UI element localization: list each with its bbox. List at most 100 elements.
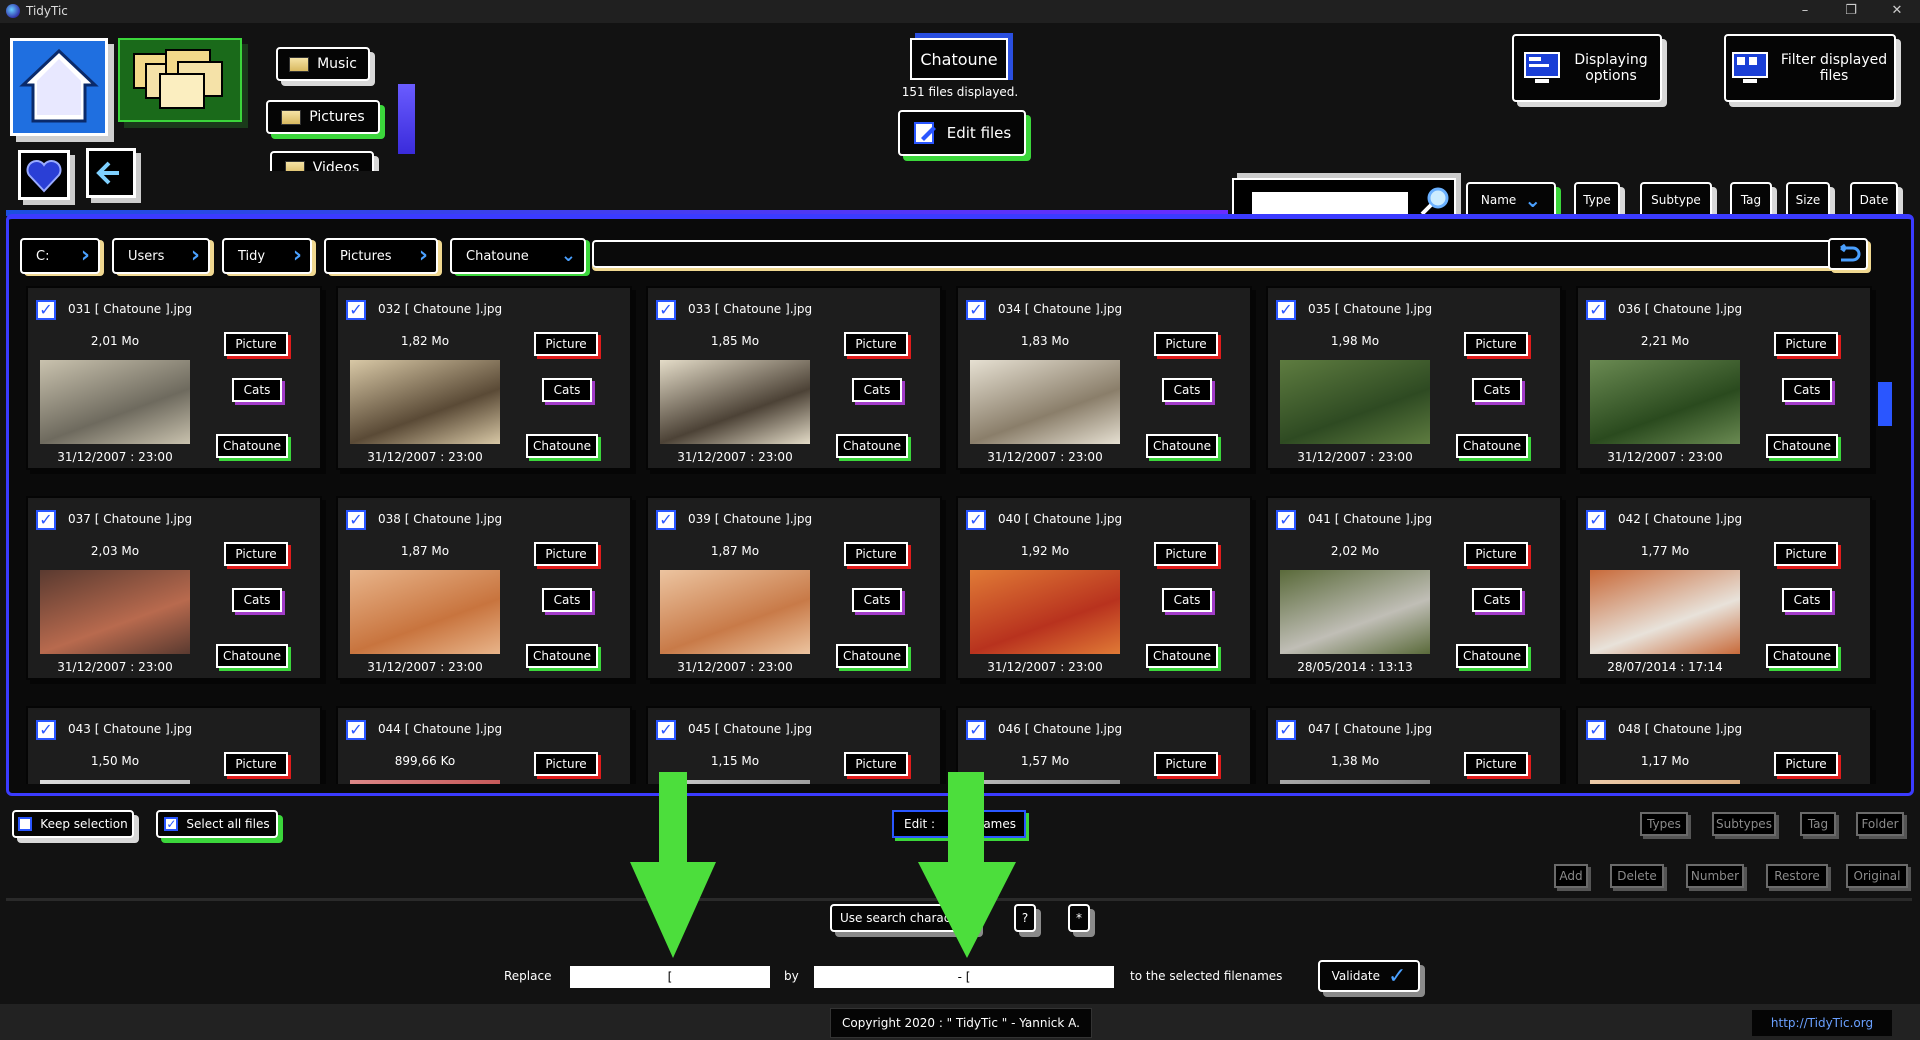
sort-type-button[interactable]: Type: [1574, 182, 1620, 218]
file-thumbnail[interactable]: [1590, 780, 1740, 784]
file-card[interactable]: ✓ 047 [ Chatoune ].jpg 1,38 Mo Picture: [1266, 706, 1562, 784]
folder-tag[interactable]: Chatoune: [1456, 434, 1528, 458]
sort-name-button[interactable]: Name ⌄: [1466, 182, 1556, 218]
select-checkbox[interactable]: ✓: [36, 510, 56, 530]
back-button[interactable]: [86, 148, 136, 198]
type-tag[interactable]: Picture: [1464, 752, 1528, 776]
file-thumbnail[interactable]: [1280, 570, 1430, 654]
types-button[interactable]: Types: [1640, 812, 1688, 836]
file-card[interactable]: ✓ 037 [ Chatoune ].jpg 2,03 Mo 31/12/200…: [26, 496, 322, 680]
keep-selection-button[interactable]: Keep selection: [12, 810, 134, 838]
grid-scrollbar-thumb[interactable]: [1878, 382, 1892, 426]
sort-tag-button[interactable]: Tag: [1730, 182, 1772, 218]
file-thumbnail[interactable]: [970, 570, 1120, 654]
select-checkbox[interactable]: ✓: [346, 300, 366, 320]
select-checkbox[interactable]: ✓: [36, 300, 56, 320]
type-tag[interactable]: Picture: [844, 332, 908, 356]
select-checkbox[interactable]: ✓: [1276, 300, 1296, 320]
home-button[interactable]: [10, 38, 108, 136]
select-checkbox[interactable]: ✓: [966, 300, 986, 320]
folder-tag[interactable]: Chatoune: [1456, 644, 1528, 668]
select-checkbox[interactable]: ✓: [656, 300, 676, 320]
close-icon[interactable]: ✕: [1874, 0, 1920, 23]
select-checkbox[interactable]: ✓: [656, 720, 676, 740]
type-tag[interactable]: Picture: [1464, 332, 1528, 356]
folder-tag[interactable]: Chatoune: [836, 644, 908, 668]
videos-button[interactable]: Videos: [270, 151, 374, 171]
type-tag[interactable]: Picture: [1154, 752, 1218, 776]
subtype-tag[interactable]: Cats: [232, 588, 282, 612]
file-thumbnail[interactable]: [660, 570, 810, 654]
type-tag[interactable]: Picture: [224, 332, 288, 356]
subtypes-button[interactable]: Subtypes: [1712, 812, 1776, 836]
add-button[interactable]: Add: [1554, 864, 1588, 888]
select-all-button[interactable]: ✓ Select all files: [156, 810, 278, 838]
restore-icon[interactable]: ❐: [1828, 0, 1874, 23]
type-tag[interactable]: Picture: [1154, 542, 1218, 566]
sort-size-button[interactable]: Size: [1786, 182, 1830, 218]
delete-button[interactable]: Delete: [1610, 864, 1664, 888]
select-checkbox[interactable]: ✓: [346, 720, 366, 740]
file-card[interactable]: ✓ 040 [ Chatoune ].jpg 1,92 Mo 31/12/200…: [956, 496, 1252, 680]
subtype-tag[interactable]: Cats: [1162, 378, 1212, 402]
breadcrumb-tidy[interactable]: Tidy ›: [222, 238, 312, 274]
select-checkbox[interactable]: ✓: [656, 510, 676, 530]
type-tag[interactable]: Picture: [534, 752, 598, 776]
folder-button[interactable]: Folder: [1856, 812, 1904, 836]
type-tag[interactable]: Picture: [844, 542, 908, 566]
folder-tag[interactable]: Chatoune: [216, 434, 288, 458]
subtype-tag[interactable]: Cats: [1782, 378, 1832, 402]
file-card[interactable]: ✓ 042 [ Chatoune ].jpg 1,77 Mo 28/07/201…: [1576, 496, 1872, 680]
type-tag[interactable]: Picture: [1774, 332, 1838, 356]
help-button[interactable]: ?: [1014, 904, 1036, 932]
subtype-tag[interactable]: Cats: [542, 588, 592, 612]
file-thumbnail[interactable]: [1590, 360, 1740, 444]
file-card[interactable]: ✓ 039 [ Chatoune ].jpg 1,87 Mo 31/12/200…: [646, 496, 942, 680]
subtype-tag[interactable]: Cats: [852, 588, 902, 612]
type-tag[interactable]: Picture: [844, 752, 908, 776]
file-card[interactable]: ✓ 048 [ Chatoune ].jpg 1,17 Mo Picture: [1576, 706, 1872, 784]
file-thumbnail[interactable]: [1280, 780, 1430, 784]
file-card[interactable]: ✓ 043 [ Chatoune ].jpg 1,50 Mo Picture: [26, 706, 322, 784]
file-thumbnail[interactable]: [350, 360, 500, 444]
breadcrumb-chatoune[interactable]: Chatoune ⌄: [450, 238, 586, 274]
folder-tag[interactable]: Chatoune: [1146, 644, 1218, 668]
subtype-tag[interactable]: Cats: [1782, 588, 1832, 612]
validate-button[interactable]: Validate ✓: [1318, 960, 1420, 992]
filter-files-button[interactable]: Filter displayed files: [1724, 34, 1896, 102]
website-link[interactable]: http://TidyTic.org: [1752, 1010, 1892, 1036]
pictures-button[interactable]: Pictures: [266, 100, 380, 134]
search-input[interactable]: [1252, 192, 1408, 214]
file-card[interactable]: ✓ 041 [ Chatoune ].jpg 2,02 Mo 28/05/201…: [1266, 496, 1562, 680]
original-button[interactable]: Original: [1846, 864, 1908, 888]
number-button[interactable]: Number: [1686, 864, 1744, 888]
type-tag[interactable]: Picture: [1154, 332, 1218, 356]
subtype-tag[interactable]: Cats: [852, 378, 902, 402]
subtype-tag[interactable]: Cats: [1472, 588, 1522, 612]
type-tag[interactable]: Picture: [534, 542, 598, 566]
music-button[interactable]: Music: [276, 47, 370, 81]
restore-button[interactable]: Restore: [1766, 864, 1828, 888]
file-card[interactable]: ✓ 038 [ Chatoune ].jpg 1,87 Mo 31/12/200…: [336, 496, 632, 680]
type-tag[interactable]: Picture: [1464, 542, 1528, 566]
file-card[interactable]: ✓ 044 [ Chatoune ].jpg 899,66 Ko Picture: [336, 706, 632, 784]
sort-subtype-button[interactable]: Subtype: [1640, 182, 1712, 218]
file-thumbnail[interactable]: [1590, 570, 1740, 654]
replace-input[interactable]: [: [570, 966, 770, 988]
type-tag[interactable]: Picture: [1774, 542, 1838, 566]
breadcrumb-users[interactable]: Users ›: [112, 238, 210, 274]
folder-tag[interactable]: Chatoune: [836, 434, 908, 458]
path-field[interactable]: [592, 240, 1848, 268]
select-checkbox[interactable]: ✓: [1586, 510, 1606, 530]
file-card[interactable]: ✓ 036 [ Chatoune ].jpg 2,21 Mo 31/12/200…: [1576, 286, 1872, 470]
tag-button[interactable]: Tag: [1800, 812, 1836, 836]
category-scrollbar[interactable]: [398, 84, 415, 154]
folder-tag[interactable]: Chatoune: [1766, 644, 1838, 668]
select-checkbox[interactable]: ✓: [1276, 510, 1296, 530]
file-thumbnail[interactable]: [350, 570, 500, 654]
subtype-tag[interactable]: Cats: [1472, 378, 1522, 402]
files-button[interactable]: [118, 38, 242, 122]
select-checkbox[interactable]: ✓: [1586, 720, 1606, 740]
file-thumbnail[interactable]: [970, 360, 1120, 444]
file-card[interactable]: ✓ 034 [ Chatoune ].jpg 1,83 Mo 31/12/200…: [956, 286, 1252, 470]
